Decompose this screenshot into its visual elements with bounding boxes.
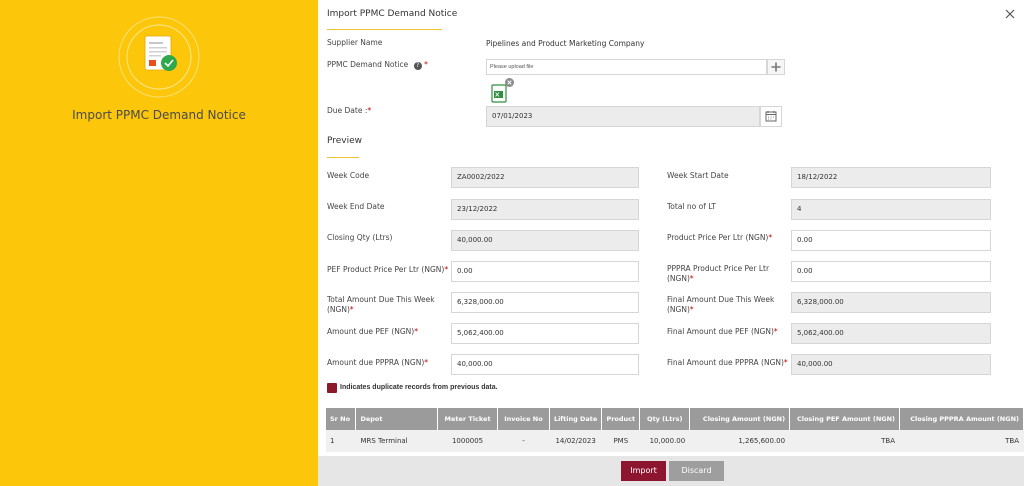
col-header[interactable]: Closing PEF Amount (NGN): [789, 408, 901, 430]
import-button[interactable]: Import: [621, 461, 666, 481]
due-date-label-text: Due Date :: [327, 106, 368, 115]
title-underline: [327, 29, 442, 30]
pef-price-label-text: PEF Product Price Per Ltr (NGN): [327, 265, 445, 274]
week-start-date-field: 18/12/2022: [791, 167, 991, 188]
demand-notice-label-text: PPMC Demand Notice: [327, 60, 409, 69]
required-mark: *: [424, 60, 428, 69]
product-price-label: Product Price Per Ltr (NGN)*: [667, 233, 772, 243]
preview-heading: Preview: [327, 136, 363, 146]
due-date-input[interactable]: 07/01/2023: [486, 106, 760, 127]
required-mark: *: [349, 305, 354, 314]
total-amount-due-label: Total Amount Due This Week (NGN)*: [327, 295, 442, 315]
final-amount-due-label-text: Final Amount Due This Week (NGN): [667, 295, 775, 314]
cell-closing-amount: 1,265,600.00: [689, 430, 791, 452]
week-end-date-label: Week End Date: [327, 202, 385, 211]
cell-sr-no: 1: [326, 430, 357, 452]
records-table: Sr No Depot Meter Ticket Invoice No Lift…: [326, 408, 1024, 452]
final-amount-pef-field: 5,062,400.00: [791, 323, 991, 344]
week-code-label: Week Code: [327, 171, 370, 180]
calendar-icon[interactable]: [760, 106, 782, 127]
file-upload-input[interactable]: Please upload file: [486, 59, 767, 75]
required-mark: *: [689, 305, 694, 314]
supplier-name-value: Pipelines and Product Marketing Company: [486, 39, 645, 48]
dialog-title: Import PPMC Demand Notice: [327, 9, 458, 19]
document-check-icon: [116, 14, 202, 100]
left-panel: Import PPMC Demand Notice: [0, 0, 318, 486]
week-code-field: ZA0002/2022: [451, 167, 639, 188]
add-file-button[interactable]: [767, 59, 785, 75]
cell-meter-ticket: 1000005: [437, 430, 499, 452]
total-amount-due-input[interactable]: 6,328,000.00: [451, 292, 639, 313]
required-mark: *: [444, 265, 449, 274]
required-mark: *: [689, 274, 694, 283]
final-amount-pef-label: Final Amount due PEF (NGN)*: [667, 327, 778, 337]
table-header-row: Sr No Depot Meter Ticket Invoice No Lift…: [326, 408, 1024, 430]
required-mark: *: [414, 327, 418, 336]
cell-closing-pef: TBA: [789, 430, 901, 452]
hero-title: Import PPMC Demand Notice: [72, 108, 246, 122]
closing-qty-label: Closing Qty (Ltrs): [327, 233, 393, 242]
pef-price-input[interactable]: 0.00: [451, 261, 639, 282]
amount-due-pef-label: Amount due PEF (NGN)*: [327, 327, 418, 337]
duplicate-marker: [327, 383, 337, 393]
demand-notice-label: PPMC Demand Notice ? *: [327, 60, 428, 70]
week-end-date-field: 23/12/2022: [451, 199, 639, 220]
product-price-label-text: Product Price Per Ltr (NGN): [667, 233, 769, 242]
required-mark: *: [424, 358, 428, 367]
cell-depot: MRS Terminal: [355, 430, 439, 452]
amount-due-pppra-label: Amount due PPPRA (NGN)*: [327, 358, 428, 368]
supplier-name-label: Supplier Name: [327, 38, 383, 47]
pppra-price-input[interactable]: 0.00: [791, 261, 991, 282]
final-amount-pppra-label: Final Amount due PPPRA (NGN)*: [667, 358, 788, 368]
cell-lifting-date: 14/02/2023: [549, 430, 603, 452]
import-dialog: Import PPMC Demand Notice Supplier Name …: [318, 0, 1024, 486]
pppra-price-label: PPPRA Product Price Per Ltr (NGN)*: [667, 264, 777, 284]
week-start-date-label: Week Start Date: [667, 171, 729, 180]
amount-due-pppra-input[interactable]: 40,000.00: [451, 354, 639, 375]
product-price-input[interactable]: 0.00: [791, 230, 991, 251]
total-lt-field: 4: [791, 199, 991, 220]
required-mark: *: [768, 233, 773, 242]
required-mark: *: [773, 327, 778, 336]
col-header[interactable]: Invoice No: [497, 408, 550, 430]
col-header[interactable]: Meter Ticket: [437, 408, 499, 430]
cell-qty: 10,000.00: [639, 430, 691, 452]
preview-underline: [327, 157, 359, 158]
total-amount-due-label-text: Total Amount Due This Week (NGN): [327, 295, 435, 314]
col-header[interactable]: Lifting Date: [549, 408, 603, 430]
discard-button[interactable]: Discard: [669, 461, 724, 481]
required-mark: *: [783, 358, 788, 367]
final-amount-due-field: 6,328,000.00: [791, 292, 991, 313]
amount-due-pef-label-text: Amount due PEF (NGN): [327, 327, 415, 336]
due-date-label: Due Date :*: [327, 106, 371, 116]
cell-product: PMS: [601, 430, 641, 452]
final-amount-pppra-label-text: Final Amount due PPPRA (NGN): [667, 358, 784, 367]
amount-due-pef-input[interactable]: 5,062,400.00: [451, 323, 639, 344]
closing-qty-field: 40,000.00: [451, 230, 639, 251]
pef-price-label: PEF Product Price Per Ltr (NGN)*: [327, 265, 448, 275]
col-header[interactable]: Sr No: [326, 408, 357, 430]
amount-due-pppra-label-text: Amount due PPPRA (NGN): [327, 358, 425, 367]
close-icon[interactable]: [1004, 8, 1016, 20]
col-header[interactable]: Qty (Ltrs): [639, 408, 691, 430]
cell-closing-pppra: TBA: [899, 430, 1024, 452]
final-amount-pppra-field: 40,000.00: [791, 354, 991, 375]
final-amount-pef-label-text: Final Amount due PEF (NGN): [667, 327, 774, 336]
col-header[interactable]: Closing Amount (NGN): [689, 408, 791, 430]
total-lt-label: Total no of LT: [667, 202, 716, 211]
col-header[interactable]: Product: [601, 408, 641, 430]
remove-file-icon[interactable]: [505, 78, 514, 87]
cell-invoice-no: -: [497, 430, 550, 452]
final-amount-due-label: Final Amount Due This Week (NGN)*: [667, 295, 777, 315]
required-mark: *: [367, 106, 372, 115]
duplicate-legend: Indicates duplicate records from previou…: [340, 384, 498, 391]
help-icon[interactable]: ?: [413, 62, 422, 70]
pppra-price-label-text: PPPRA Product Price Per Ltr (NGN): [667, 264, 770, 283]
table-row[interactable]: 1 MRS Terminal 1000005 - 14/02/2023 PMS …: [326, 430, 1024, 452]
col-header[interactable]: Closing PPPRA Amount (NGN): [899, 408, 1024, 430]
col-header[interactable]: Depot: [355, 408, 439, 430]
